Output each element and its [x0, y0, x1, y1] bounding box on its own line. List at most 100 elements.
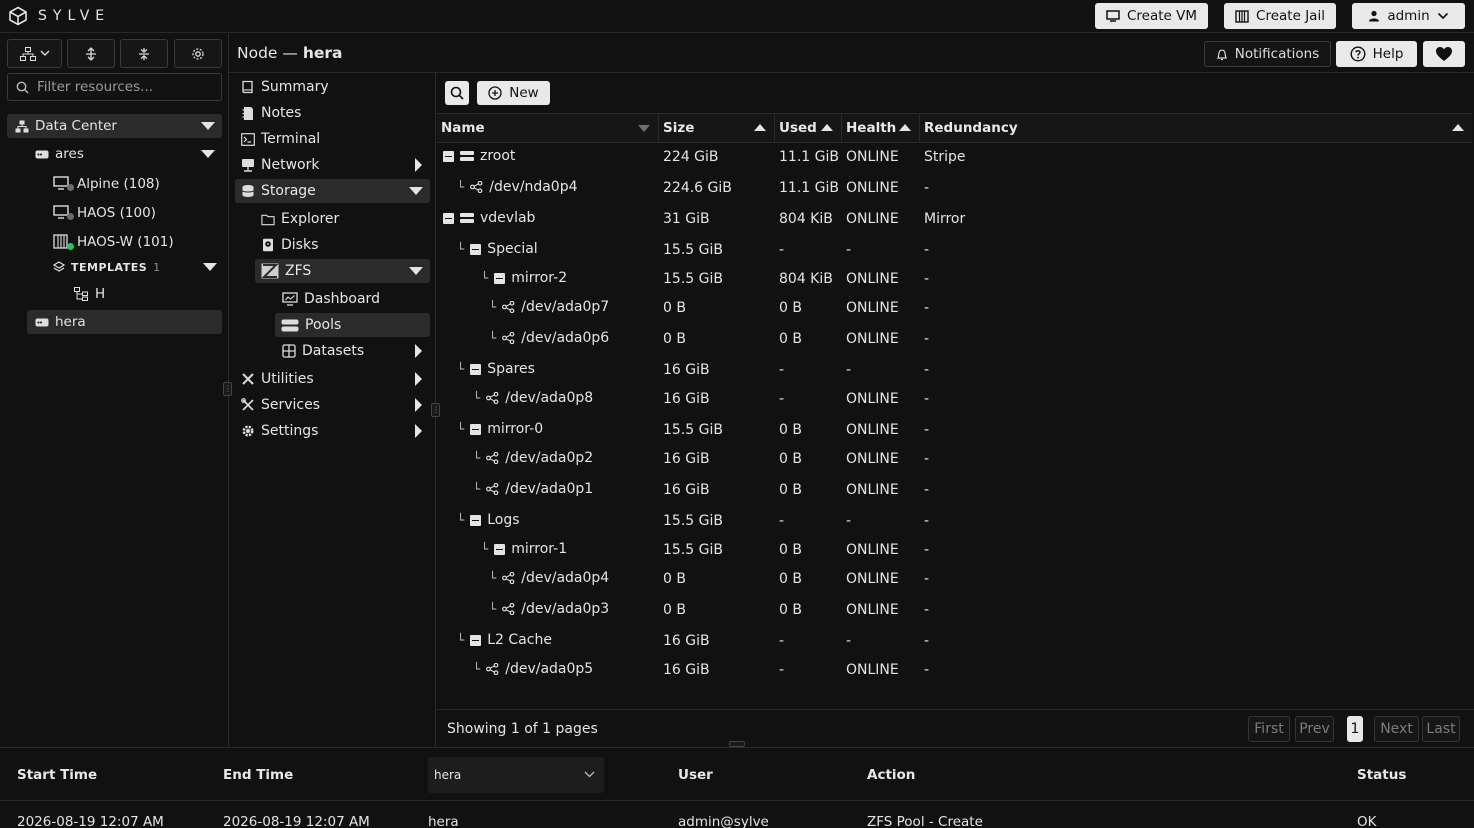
server-icon — [35, 318, 49, 326]
table-row[interactable]: └ /dev/ada0p4 0 B 0 B ONLINE - — [437, 565, 1472, 594]
sort-down-icon[interactable] — [638, 125, 650, 132]
column-header-name[interactable]: Name — [441, 120, 485, 136]
table-row[interactable]: └ mirror-0 15.5 GiB 0 B ONLINE - — [437, 416, 1472, 445]
nav-utilities[interactable]: Utilities — [241, 367, 429, 391]
column-header-action[interactable]: Action — [867, 767, 915, 783]
collapse-toggle-icon[interactable] — [494, 272, 506, 284]
new-pool-button[interactable]: New — [477, 81, 550, 105]
table-row[interactable]: └ mirror-1 15.5 GiB 0 B ONLINE - — [437, 536, 1472, 565]
tree-view-toggle-button[interactable] — [7, 39, 62, 68]
sort-up-icon[interactable] — [821, 124, 833, 131]
search-button[interactable] — [445, 81, 469, 105]
tree-settings-button[interactable] — [174, 39, 222, 68]
nav-pools[interactable]: Pools — [275, 313, 430, 337]
vdev-name: mirror-1 — [511, 541, 568, 557]
nav-storage[interactable]: Storage — [235, 179, 430, 203]
donate-heart-button[interactable] — [1423, 41, 1465, 67]
caret-down-icon[interactable] — [409, 267, 423, 275]
nav-terminal[interactable]: Terminal — [241, 127, 429, 151]
caret-down-icon[interactable] — [203, 263, 217, 271]
user-menu-button[interactable]: admin — [1352, 3, 1465, 29]
table-row[interactable]: └ Special 15.5 GiB - - - — [437, 236, 1472, 265]
table-row[interactable]: └ L2 Cache 16 GiB - - - — [437, 627, 1472, 656]
sort-up-icon[interactable] — [754, 124, 766, 131]
tree-item-templates[interactable]: TEMPLATES 1 — [53, 255, 222, 279]
filter-resources-field[interactable] — [7, 73, 222, 101]
collapse-all-button[interactable] — [120, 39, 168, 68]
tree-item-vm[interactable]: HAOS (100) — [53, 201, 213, 225]
tree-item-node-ares[interactable]: ares — [27, 142, 222, 166]
caret-right-icon[interactable] — [415, 398, 422, 412]
prev-page-button[interactable]: Prev — [1295, 716, 1334, 742]
caret-down-icon[interactable] — [201, 122, 215, 130]
table-row[interactable]: └ /dev/ada0p5 16 GiB - ONLINE - — [437, 656, 1472, 685]
book-icon — [241, 80, 255, 94]
column-header-health[interactable]: Health — [846, 120, 896, 136]
caret-right-icon[interactable] — [415, 158, 422, 172]
nav-disks[interactable]: Disks — [261, 233, 429, 257]
first-page-button[interactable]: First — [1248, 716, 1290, 742]
tree-item-template[interactable]: H — [74, 282, 174, 306]
table-row[interactable]: └ /dev/ada0p7 0 B 0 B ONLINE - — [437, 294, 1472, 323]
tree-item-jail[interactable]: HAOS-W (101) — [53, 230, 213, 254]
tree-item-node-hera[interactable]: hera — [27, 310, 222, 334]
collapse-toggle-icon[interactable] — [470, 423, 482, 435]
next-page-button[interactable]: Next — [1374, 716, 1419, 742]
column-header-end-time[interactable]: End Time — [223, 767, 293, 783]
create-jail-button[interactable]: Create Jail — [1224, 3, 1336, 29]
table-row[interactable]: └ mirror-2 15.5 GiB 804 KiB ONLINE - — [437, 265, 1472, 294]
nav-datasets[interactable]: Datasets — [282, 339, 429, 363]
app-logo[interactable]: SYLVE — [8, 6, 110, 26]
tree-item-vm[interactable]: Alpine (108) — [53, 172, 213, 196]
expand-all-button[interactable] — [67, 39, 115, 68]
current-page-button[interactable]: 1 — [1347, 716, 1363, 742]
tree-branch-icon: └ — [481, 542, 489, 556]
collapse-toggle-icon[interactable] — [470, 634, 482, 646]
filter-resources-input[interactable] — [37, 79, 207, 95]
table-row[interactable]: zroot 224 GiB 11.1 GiB ONLINE Stripe — [437, 143, 1472, 172]
table-row[interactable]: └ Spares 16 GiB - - - — [437, 356, 1472, 385]
table-row[interactable]: └ Logs 15.5 GiB - - - — [437, 507, 1472, 536]
caret-right-icon[interactable] — [415, 344, 422, 358]
collapse-toggle-icon[interactable] — [470, 514, 482, 526]
nav-dashboard[interactable]: Dashboard — [282, 287, 429, 311]
tree-item-datacenter[interactable]: Data Center — [7, 114, 222, 138]
collapse-toggle-icon[interactable] — [443, 150, 454, 162]
table-row[interactable]: └ /dev/ada0p6 0 B 0 B ONLINE - — [437, 325, 1472, 354]
caret-right-icon[interactable] — [415, 424, 422, 438]
nav-explorer[interactable]: Explorer — [261, 207, 429, 231]
caret-right-icon[interactable] — [415, 372, 422, 386]
sort-up-icon[interactable] — [1452, 124, 1464, 131]
pools-icon — [281, 318, 299, 332]
table-row[interactable]: vdevlab 31 GiB 804 KiB ONLINE Mirror — [437, 205, 1472, 234]
column-header-start-time[interactable]: Start Time — [17, 767, 97, 783]
collapse-toggle-icon[interactable] — [443, 212, 454, 224]
table-row[interactable]: └ /dev/ada0p2 16 GiB 0 B ONLINE - — [437, 445, 1472, 474]
nav-notes[interactable]: Notes — [241, 101, 429, 125]
nav-network[interactable]: Network — [241, 153, 429, 177]
column-header-status[interactable]: Status — [1357, 767, 1406, 783]
sort-up-icon[interactable] — [899, 124, 911, 131]
nav-zfs[interactable]: ZFS — [255, 259, 430, 283]
table-row[interactable]: └ /dev/ada0p1 16 GiB 0 B ONLINE - — [437, 476, 1472, 505]
nav-summary[interactable]: Summary — [241, 75, 429, 99]
caret-down-icon[interactable] — [201, 150, 215, 158]
collapse-toggle-icon[interactable] — [470, 363, 482, 375]
column-header-used[interactable]: Used — [779, 120, 817, 136]
column-header-user[interactable]: User — [678, 767, 713, 783]
table-row[interactable]: └ /dev/ada0p3 0 B 0 B ONLINE - — [437, 596, 1472, 625]
help-button[interactable]: Help — [1336, 41, 1417, 67]
collapse-toggle-icon[interactable] — [470, 243, 482, 255]
last-page-button[interactable]: Last — [1422, 716, 1460, 742]
table-row[interactable]: └ /dev/nda0p4 224.6 GiB 11.1 GiB ONLINE - — [437, 174, 1472, 203]
column-header-size[interactable]: Size — [663, 120, 694, 136]
column-header-redundancy[interactable]: Redundancy — [924, 120, 1018, 136]
create-vm-button[interactable]: Create VM — [1095, 3, 1208, 29]
caret-down-icon[interactable] — [409, 187, 423, 195]
collapse-toggle-icon[interactable] — [494, 543, 506, 555]
notifications-button[interactable]: Notifications — [1204, 41, 1331, 67]
node-filter-select[interactable]: hera — [428, 757, 604, 793]
nav-settings[interactable]: Settings — [241, 419, 429, 443]
nav-services[interactable]: Services — [241, 393, 429, 417]
table-row[interactable]: └ /dev/ada0p8 16 GiB - ONLINE - — [437, 385, 1472, 414]
